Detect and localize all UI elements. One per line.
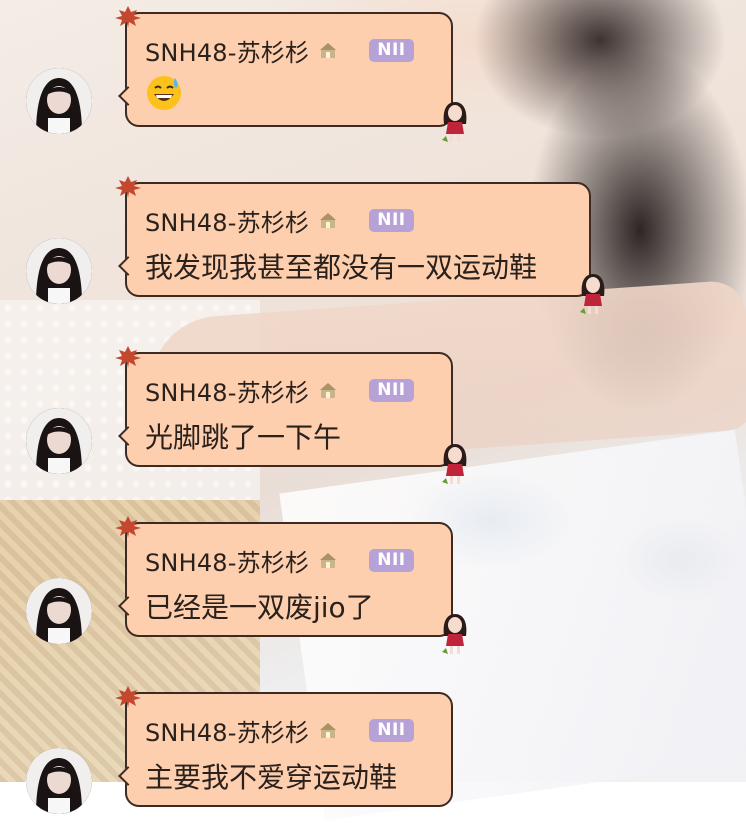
house-badge-icon <box>320 553 337 568</box>
message-bubble[interactable]: SNH48-苏杉杉 NII 已经是一双废jio了 <box>115 516 453 637</box>
sweat-smile-emoji <box>147 76 181 110</box>
chat-message: SNH48-苏杉杉 NII <box>0 0 746 160</box>
avatar[interactable] <box>26 748 92 814</box>
avatar[interactable] <box>26 408 92 474</box>
avatar[interactable] <box>26 68 92 134</box>
message-text[interactable]: 主要我不爱穿运动鞋 <box>145 756 397 796</box>
avatar-image <box>26 748 92 814</box>
house-badge-icon <box>320 43 337 58</box>
chat-message: SNH48-苏杉杉 NII 已经是一双废jio了 <box>0 510 746 670</box>
team-badge: NII <box>369 378 414 402</box>
avatar-image <box>26 408 92 474</box>
house-badge-icon <box>320 723 337 738</box>
message-text[interactable]: 我发现我甚至都没有一双运动鞋 <box>145 246 537 286</box>
message-text[interactable]: 已经是一双废jio了 <box>145 586 374 626</box>
sender-row: SNH48-苏杉杉 NII <box>145 33 414 68</box>
maple-leaf-icon <box>115 516 141 538</box>
sender-name[interactable]: SNH48-苏杉杉 <box>145 203 309 238</box>
sender-row: SNH48-苏杉杉 NII <box>145 713 414 748</box>
sender-name[interactable]: SNH48-苏杉杉 <box>145 373 309 408</box>
sender-row: SNH48-苏杉杉 NII <box>145 373 414 408</box>
maple-leaf-icon <box>115 346 141 368</box>
maple-leaf-icon <box>115 176 141 198</box>
message-text[interactable]: 光脚跳了一下午 <box>145 416 341 456</box>
girl-sticker-icon <box>442 614 467 654</box>
avatar[interactable] <box>26 238 92 304</box>
avatar-image <box>26 238 92 304</box>
girl-sticker-icon <box>442 102 467 142</box>
chat-message: SNH48-苏杉杉 NII 光脚跳了一下午 <box>0 340 746 500</box>
sender-name[interactable]: SNH48-苏杉杉 <box>145 543 309 578</box>
maple-leaf-icon <box>115 6 141 28</box>
team-badge: NII <box>369 208 414 232</box>
sender-row: SNH48-苏杉杉 NII <box>145 543 414 578</box>
house-badge-icon <box>320 213 337 228</box>
team-badge: NII <box>369 548 414 572</box>
sender-name[interactable]: SNH48-苏杉杉 <box>145 713 309 748</box>
sender-row: SNH48-苏杉杉 NII <box>145 203 414 238</box>
avatar-image <box>26 578 92 644</box>
team-badge: NII <box>369 38 414 62</box>
house-badge-icon <box>320 383 337 398</box>
message-bubble[interactable]: SNH48-苏杉杉 NII <box>115 6 453 127</box>
avatar-image <box>26 68 92 134</box>
girl-sticker-icon <box>580 274 605 314</box>
maple-leaf-icon <box>115 686 141 708</box>
sender-name[interactable]: SNH48-苏杉杉 <box>145 33 309 68</box>
chat-message: SNH48-苏杉杉 NII 我发现我甚至都没有一双运动鞋 <box>0 170 746 330</box>
avatar[interactable] <box>26 578 92 644</box>
girl-sticker-icon <box>442 444 467 484</box>
team-badge: NII <box>369 718 414 742</box>
message-bubble[interactable]: SNH48-苏杉杉 NII 光脚跳了一下午 <box>115 346 453 467</box>
message-bubble[interactable]: SNH48-苏杉杉 NII 我发现我甚至都没有一双运动鞋 <box>115 176 591 297</box>
chat-message: SNH48-苏杉杉 NII 主要我不爱穿运动鞋 <box>0 680 746 840</box>
message-bubble[interactable]: SNH48-苏杉杉 NII 主要我不爱穿运动鞋 <box>115 686 453 807</box>
